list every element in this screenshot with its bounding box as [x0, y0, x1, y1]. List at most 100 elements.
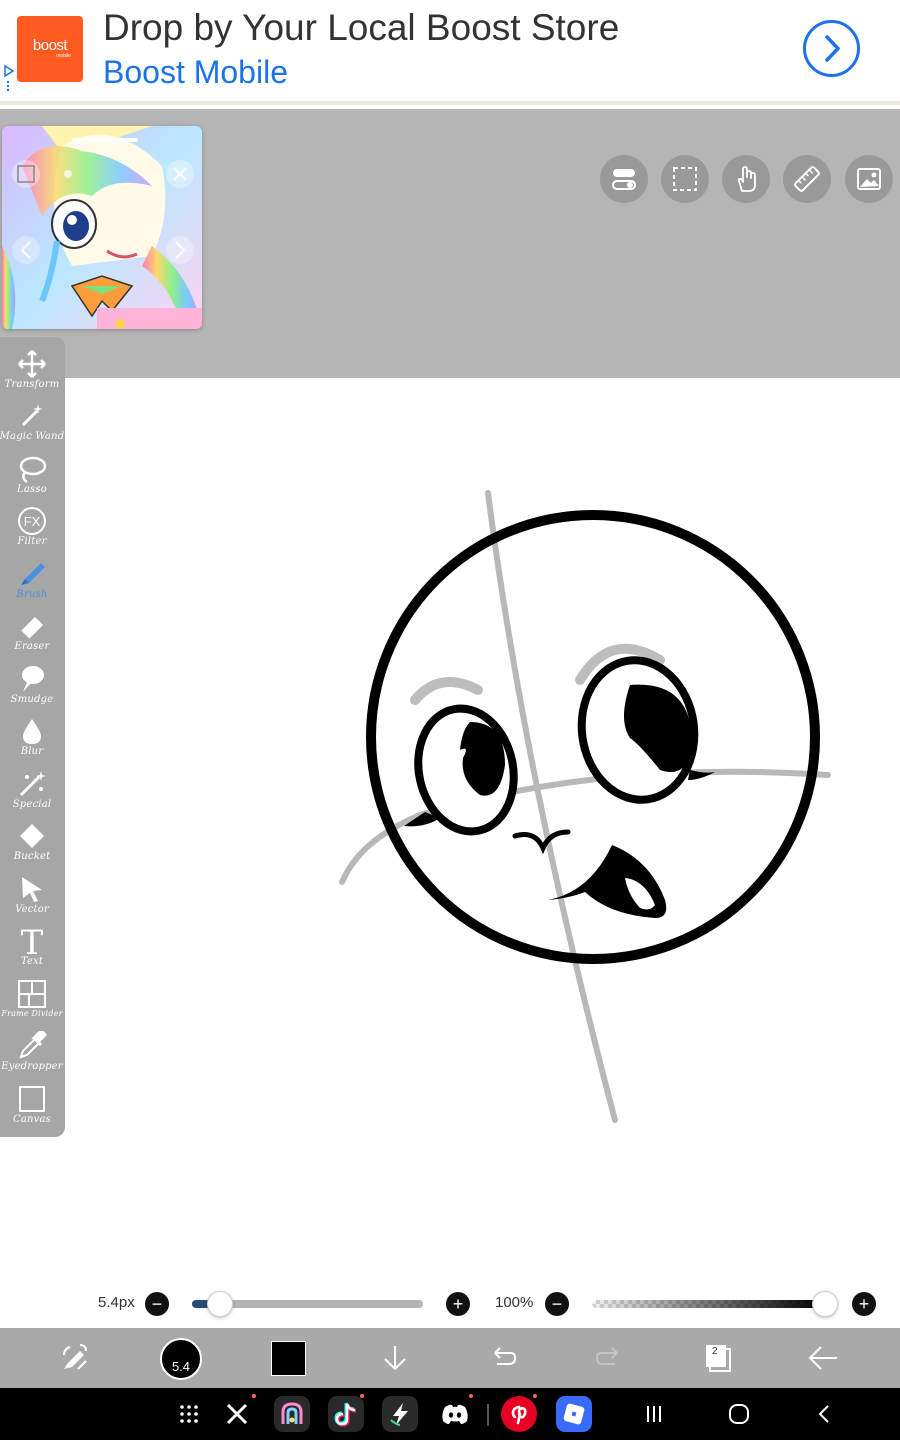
- system-back-button[interactable]: [806, 1396, 842, 1432]
- palette-canvas[interactable]: Canvas: [0, 1076, 64, 1128]
- fx-icon-text: FX: [24, 514, 41, 529]
- brush-sliders: 5.4px − + 100% − +: [0, 1285, 900, 1325]
- ad-open-button[interactable]: [803, 20, 860, 77]
- bottom-toolbar: 5.4 2: [0, 1328, 900, 1388]
- opacity-slider[interactable]: [592, 1300, 822, 1308]
- discord-app[interactable]: [437, 1396, 473, 1432]
- notification-dot: [469, 1394, 473, 1398]
- special-sparkle-icon: [19, 771, 46, 797]
- magic-wand-icon: [21, 404, 43, 427]
- layer-toggle-button[interactable]: [600, 155, 648, 203]
- palette-label: Text: [20, 956, 44, 967]
- opacity-decrease-button[interactable]: −: [545, 1292, 569, 1316]
- brush-size-decrease-button[interactable]: −: [145, 1292, 169, 1316]
- redo-button[interactable]: [588, 1336, 632, 1380]
- notification-dot: [252, 1394, 256, 1398]
- undo-button[interactable]: [480, 1336, 524, 1380]
- undo-icon: [494, 1347, 517, 1365]
- palette-label: Eyedropper: [1, 1061, 63, 1072]
- brush-size-knob[interactable]: [206, 1291, 233, 1317]
- palette-label: Blur: [20, 746, 44, 757]
- palette-label: Filter: [17, 536, 47, 547]
- recent-apps-button[interactable]: [636, 1396, 672, 1432]
- color-button[interactable]: [266, 1336, 310, 1380]
- palette-label: Smudge: [10, 694, 54, 705]
- power-app[interactable]: [382, 1396, 418, 1432]
- tool-palette: Transform Magic Wand Lasso FX Filter Bru…: [0, 337, 65, 1137]
- ruler-icon: [794, 166, 820, 192]
- tool-switch-button[interactable]: [53, 1336, 97, 1380]
- palette-text[interactable]: T Text: [0, 918, 64, 970]
- brush-size-value: 5.4px: [98, 1294, 135, 1311]
- blur-drop-icon: [23, 719, 41, 744]
- eraser-icon: [20, 617, 43, 640]
- discord-icon: [442, 1404, 468, 1424]
- palette-special[interactable]: Special: [0, 761, 64, 813]
- palette-frame-divider[interactable]: Frame Divider: [0, 971, 64, 1023]
- palette-blur[interactable]: Blur: [0, 708, 64, 760]
- home-button[interactable]: [721, 1396, 757, 1432]
- reference-image-icon: [857, 168, 881, 190]
- plus-icon: +: [452, 1294, 464, 1314]
- x-app[interactable]: [219, 1396, 255, 1432]
- pinterest-app[interactable]: [501, 1396, 537, 1432]
- drawing-artwork: [339, 490, 831, 1123]
- ibispaint-screen: boost mobile Drop by Your Local Boost St…: [0, 0, 900, 1440]
- minus-icon: −: [151, 1294, 163, 1314]
- smudge-icon: [22, 666, 44, 692]
- opacity-increase-button[interactable]: +: [852, 1292, 876, 1316]
- palette-bucket[interactable]: Bucket: [0, 813, 64, 865]
- palette-eyedropper[interactable]: Eyedropper: [0, 1023, 64, 1075]
- brush-icon: [21, 563, 45, 585]
- palette-label: Magic Wand: [0, 431, 65, 442]
- hand-button[interactable]: [722, 155, 770, 203]
- frame-divider-icon: [18, 980, 46, 1008]
- ad-logo-subtext: mobile: [56, 53, 71, 59]
- palette-transform[interactable]: Transform: [0, 341, 64, 393]
- ad-choices-icon[interactable]: [3, 64, 15, 94]
- palette-brush[interactable]: Brush: [0, 551, 64, 603]
- ad-advertiser[interactable]: Boost Mobile: [103, 54, 288, 91]
- roblox-app[interactable]: [556, 1396, 592, 1432]
- app-drawer-button[interactable]: [171, 1396, 207, 1432]
- ad-title[interactable]: Drop by Your Local Boost Store: [103, 7, 619, 49]
- power-app-icon: [390, 1403, 408, 1426]
- brush-size-badge: 5.4: [171, 1358, 191, 1374]
- selection-button[interactable]: [661, 155, 709, 203]
- vector-cursor-icon: [22, 877, 42, 902]
- brush-eraser-swap-icon: [63, 1344, 87, 1370]
- home-icon: [729, 1404, 749, 1424]
- pinterest-icon: [511, 1405, 527, 1425]
- download-button[interactable]: [373, 1336, 417, 1380]
- palette-eraser[interactable]: Eraser: [0, 603, 64, 655]
- arrow-left-icon: [808, 1346, 837, 1370]
- ruler-button[interactable]: [783, 155, 831, 203]
- palette-magic-wand[interactable]: Magic Wand: [0, 393, 64, 445]
- palette-label: Special: [12, 799, 52, 810]
- palette-label: Bucket: [13, 851, 51, 862]
- tiktok-app[interactable]: [328, 1396, 364, 1432]
- brush-size-increase-button[interactable]: +: [446, 1292, 470, 1316]
- palette-vector[interactable]: Vector: [0, 866, 64, 918]
- hand-icon: [737, 166, 756, 192]
- redo-icon: [595, 1347, 618, 1365]
- ad-logo[interactable]: boost mobile: [17, 16, 83, 82]
- current-color-swatch: [270, 1340, 306, 1376]
- dock-divider: [487, 1404, 489, 1426]
- bucket-icon: [20, 824, 44, 848]
- ibispaint-icon: [281, 1402, 303, 1424]
- x-icon: [226, 1403, 248, 1425]
- reference-image-button[interactable]: [845, 155, 893, 203]
- opacity-knob[interactable]: [812, 1291, 838, 1317]
- palette-filter[interactable]: FX Filter: [0, 498, 64, 550]
- palette-label: Vector: [15, 904, 49, 915]
- ibispaint-app[interactable]: [274, 1396, 310, 1432]
- brush-size-button[interactable]: 5.4: [160, 1338, 202, 1380]
- back-button[interactable]: [801, 1336, 845, 1380]
- ad-banner[interactable]: boost mobile Drop by Your Local Boost St…: [0, 0, 900, 105]
- layers-button[interactable]: 2: [695, 1336, 739, 1380]
- palette-smudge[interactable]: Smudge: [0, 656, 64, 708]
- palette-lasso[interactable]: Lasso: [0, 446, 64, 498]
- text-icon-glyph: T: [21, 925, 44, 957]
- roblox-icon: [563, 1403, 585, 1425]
